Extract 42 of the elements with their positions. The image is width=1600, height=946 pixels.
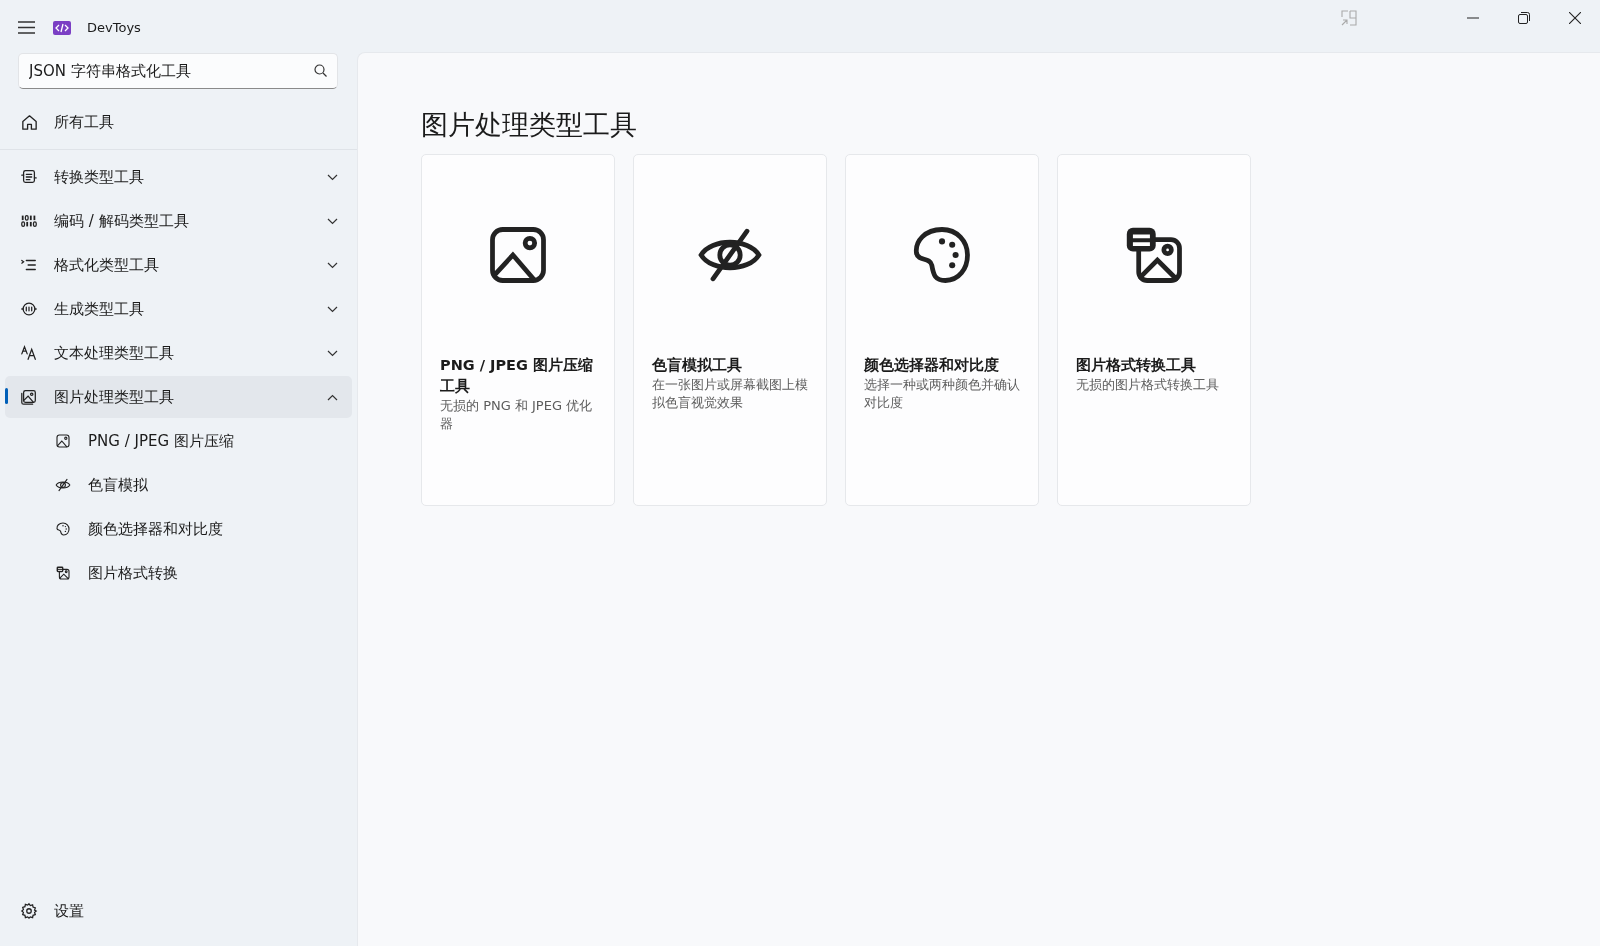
tool-card[interactable]: 颜色选择器和对比度 选择一种或两种颜色并确认对比度 — [845, 153, 1039, 506]
card-title: PNG / JPEG 图片压缩工具 — [440, 355, 594, 396]
search-icon[interactable] — [314, 64, 327, 77]
card-description: 选择一种或两种颜色并确认对比度 — [864, 375, 1020, 412]
tool-card[interactable]: 色盲模拟工具 在一张图片或屏幕截图上模拟色盲视觉效果 — [633, 153, 827, 506]
close-icon — [1568, 12, 1581, 24]
card-description: 在一张图片或屏幕截图上模拟色盲视觉效果 — [652, 375, 808, 412]
palette-icon — [55, 521, 71, 537]
card-description: 无损的 PNG 和 JPEG 优化器 — [440, 396, 594, 433]
nav-item[interactable]: 格式化类型工具 — [5, 244, 352, 286]
nav-item[interactable]: PNG / JPEG 图片压缩 — [5, 420, 352, 462]
nav-item[interactable]: 颜色选择器和对比度 — [5, 508, 352, 550]
tool-card[interactable]: PNG / JPEG 图片压缩工具 无损的 PNG 和 JPEG 优化器 — [421, 153, 615, 506]
image-stack-icon — [20, 388, 38, 406]
minimize-icon — [1466, 17, 1479, 19]
app-title: DevToys — [87, 18, 141, 37]
nav-item[interactable]: 生成类型工具 — [5, 288, 352, 330]
image-icon — [55, 433, 71, 449]
nav-item[interactable]: 色盲模拟 — [5, 464, 352, 506]
search-field[interactable]: JSON 字符串格式化工具 — [18, 53, 338, 89]
nav-item[interactable]: 编码 / 解码类型工具 — [5, 200, 352, 242]
restore-icon — [1517, 12, 1530, 24]
binary-icon — [20, 212, 38, 230]
nav-item[interactable]: 所有工具 — [5, 101, 352, 143]
text-size-icon — [20, 344, 38, 362]
convert-icon — [20, 168, 38, 186]
card-title: 色盲模拟工具 — [652, 355, 743, 375]
eye-slash-icon — [55, 477, 71, 493]
nav-item[interactable]: 文本处理类型工具 — [5, 332, 352, 374]
generator-icon — [20, 300, 38, 318]
nav-item[interactable]: 设置 — [5, 890, 352, 932]
nav-item[interactable]: 图片处理类型工具 — [5, 376, 352, 418]
nav-item[interactable]: 转换类型工具 — [5, 156, 352, 198]
nav-item[interactable]: 图片格式转换 — [5, 552, 352, 594]
page-heading: 图片处理类型工具 — [421, 108, 638, 142]
card-title: 颜色选择器和对比度 — [864, 355, 1000, 375]
card-title: 图片格式转换工具 — [1076, 355, 1197, 375]
tool-card[interactable]: 图片格式转换工具 无损的图片格式转换工具 — [1057, 153, 1251, 506]
settings-icon — [20, 902, 38, 920]
card-description: 无损的图片格式转换工具 — [1076, 375, 1220, 394]
image-label-icon — [55, 565, 71, 581]
home-icon — [19, 112, 39, 132]
